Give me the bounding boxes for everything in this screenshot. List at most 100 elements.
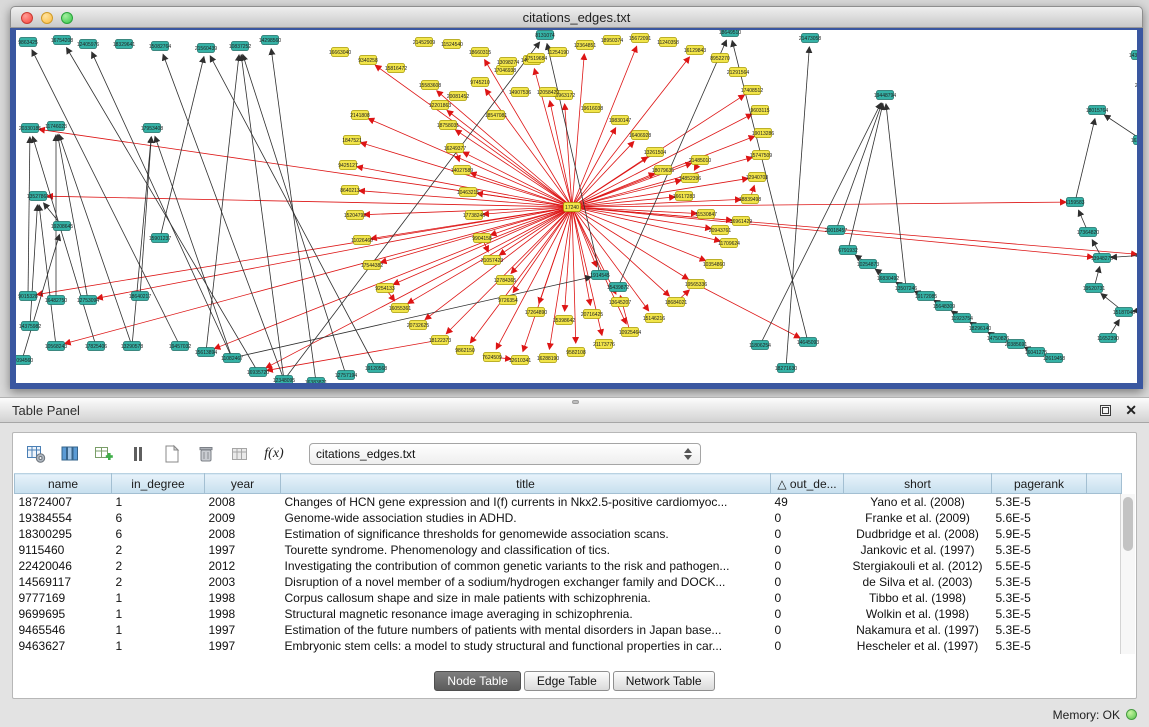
scrollbar-thumb[interactable] — [1123, 497, 1133, 551]
network-canvas[interactable]: 1724021418081847521942512786402131520479… — [10, 28, 1143, 389]
graph-node[interactable]: 2141808 — [350, 111, 370, 120]
graph-node[interactable]: 14380259 — [1129, 51, 1137, 60]
cell-title[interactable]: Estimation of the future numbers of pati… — [281, 622, 771, 638]
cell-in_degree[interactable]: 1 — [112, 494, 205, 510]
graph-edge[interactable] — [572, 54, 584, 207]
graph-node[interactable]: 20018457 — [825, 226, 847, 235]
graph-node[interactable]: 18758031 — [437, 121, 459, 130]
window-titlebar[interactable]: citations_edges.txt — [10, 6, 1143, 28]
graph-edge[interactable] — [59, 135, 132, 346]
table-row[interactable]: 1456911722003Disruption of a novel membe… — [15, 574, 1122, 590]
graph-node[interactable]: 12058429 — [537, 88, 559, 97]
graph-node[interactable]: 13507246 — [895, 284, 917, 293]
graph-node[interactable]: 17264890 — [525, 308, 547, 317]
graph-node[interactable]: 19208645 — [51, 222, 73, 231]
graph-node[interactable]: 11652390 — [1097, 334, 1119, 343]
graph-node[interactable]: 19448794 — [874, 91, 896, 100]
graph-edge[interactable] — [572, 202, 1066, 207]
cell-year[interactable]: 2009 — [205, 510, 281, 526]
table-row[interactable]: 911546021997Tourette syndrome. Phenomeno… — [15, 542, 1122, 558]
cell-short[interactable]: de Silva et al. (2003) — [844, 574, 992, 590]
graph-node[interactable]: 17519684 — [525, 54, 547, 63]
graph-node[interactable]: 9254133 — [375, 284, 395, 293]
graph-node[interactable]: 10568243 — [45, 342, 67, 351]
graph-node[interactable]: 21057423 — [481, 256, 503, 265]
new-column-icon[interactable] — [91, 441, 117, 467]
graph-node[interactable]: 15398642 — [553, 316, 575, 325]
graph-node[interactable]: 18547081 — [485, 111, 507, 120]
graph-node[interactable]: 13645207 — [609, 298, 631, 307]
graph-node[interactable]: 14375982 — [19, 322, 41, 331]
graph-edge[interactable] — [163, 54, 284, 380]
graph-node[interactable]: 9863425 — [18, 38, 38, 47]
cell-out_degree[interactable]: 0 — [771, 574, 844, 590]
graph-node[interactable]: 19520731 — [1083, 284, 1105, 293]
cell-short[interactable]: Dudbridge et al. (2008) — [844, 526, 992, 542]
graph-node[interactable]: 15613894 — [195, 348, 217, 357]
cell-pagerank[interactable]: 5.3E-5 — [992, 494, 1087, 510]
graph-node[interactable]: 6791932 — [838, 246, 858, 255]
graph-node[interactable]: 13098274 — [497, 58, 519, 67]
graph-node[interactable]: 11026460 — [351, 236, 373, 245]
graph-node[interactable]: 19064238 — [1135, 306, 1137, 315]
delete-table-icon[interactable] — [193, 441, 219, 467]
table-row[interactable]: 1872400712008Changes of HCN gene express… — [15, 494, 1122, 510]
graph-node[interactable]: 20385691 — [1005, 340, 1027, 349]
graph-node[interactable]: 21473058 — [799, 34, 821, 43]
cell-short[interactable]: Wolkin et al. (1998) — [844, 606, 992, 622]
graph-node[interactable]: 18649510 — [719, 30, 741, 37]
graph-node[interactable]: 12753094 — [77, 296, 99, 305]
graph-node[interactable]: 12405976 — [77, 40, 99, 49]
graph-node[interactable]: 14645093 — [797, 338, 819, 347]
graph-node[interactable]: 11254190 — [547, 48, 569, 57]
cell-in_degree[interactable]: 1 — [112, 590, 205, 606]
graph-node[interactable]: 11530847 — [695, 210, 717, 219]
graph-node[interactable]: 10354860 — [703, 260, 725, 269]
cell-in_degree[interactable]: 2 — [112, 558, 205, 574]
graph-edge[interactable] — [836, 103, 882, 230]
graph-edge[interactable] — [28, 137, 30, 296]
cell-name[interactable]: 14569117 — [15, 574, 112, 590]
graph-node[interactable]: 16961429 — [730, 217, 752, 226]
cell-pagerank[interactable]: 5.3E-5 — [992, 622, 1087, 638]
graph-node[interactable]: 14907536 — [509, 88, 531, 97]
graph-node[interactable]: 19172085 — [915, 292, 937, 301]
graph-node[interactable]: 12697501 — [1135, 251, 1137, 260]
graph-node[interactable]: 17825406 — [85, 342, 107, 351]
cell-year[interactable]: 2012 — [205, 558, 281, 574]
cell-name[interactable]: 18724007 — [15, 494, 112, 510]
cell-title[interactable]: Disruption of a novel member of a sodium… — [281, 574, 771, 590]
graph-node[interactable]: 1159583 — [1065, 198, 1084, 207]
column-header-short[interactable]: short — [844, 474, 992, 494]
graph-edge[interactable] — [565, 207, 572, 311]
graph-node[interactable]: 13948275 — [1091, 254, 1113, 263]
graph-node[interactable]: 9904158 — [472, 234, 492, 243]
graph-node[interactable]: 16249377 — [444, 144, 466, 153]
cell-year[interactable]: 2003 — [205, 574, 281, 590]
graph-node[interactable]: 16223948 — [1131, 136, 1137, 145]
cell-out_degree[interactable]: 49 — [771, 494, 844, 510]
graph-node[interactable]: 16288190 — [537, 354, 559, 363]
network-table-selector[interactable]: citations_edges.txt — [309, 443, 701, 465]
tab-network-table[interactable]: Network Table — [613, 671, 715, 691]
graph-node[interactable]: 12757194 — [335, 371, 357, 380]
cell-pagerank[interactable]: 5.9E-5 — [992, 526, 1087, 542]
graph-node[interactable]: 10837252 — [229, 42, 251, 51]
minimize-window-button[interactable] — [41, 12, 53, 24]
graph-node[interactable]: 16617283 — [673, 192, 695, 201]
graph-node[interactable]: 11806254 — [749, 341, 771, 350]
graph-node[interactable]: 15816472 — [385, 64, 407, 73]
cell-out_degree[interactable]: 0 — [771, 558, 844, 574]
cell-in_degree[interactable]: 1 — [112, 638, 205, 654]
graph-edge[interactable] — [572, 114, 752, 207]
graph-edge[interactable] — [33, 137, 96, 346]
graph-node[interactable]: 16830492 — [877, 274, 899, 283]
graph-node[interactable]: 14852396 — [679, 174, 701, 183]
close-panel-icon[interactable]: ✕ — [1125, 403, 1137, 417]
cell-year[interactable]: 2008 — [205, 494, 281, 510]
cell-title[interactable]: Structural magnetic resonance image aver… — [281, 606, 771, 622]
table-vertical-scrollbar[interactable] — [1120, 494, 1135, 654]
graph-node[interactable]: 21173776 — [593, 340, 615, 349]
graph-node[interactable]: 15648309 — [933, 302, 955, 311]
graph-node[interactable]: 12940703 — [746, 173, 768, 182]
